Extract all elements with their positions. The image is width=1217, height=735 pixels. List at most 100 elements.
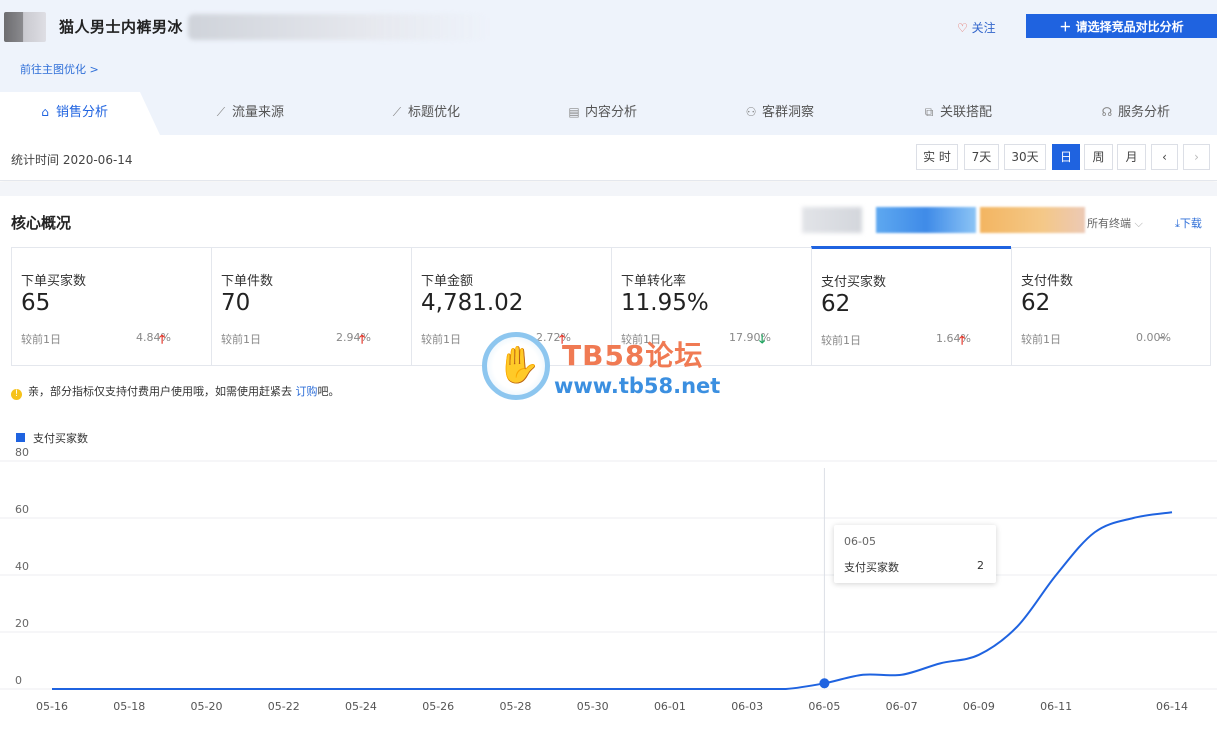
metric-change: 0.00% — [1136, 331, 1171, 344]
y-tick-label: 60 — [15, 503, 29, 516]
x-tick-label: 05-16 — [36, 700, 68, 713]
tab-label: 客群洞察 — [762, 105, 815, 120]
x-tick-label: 06-09 — [963, 700, 995, 713]
plus-icon: ＋ — [1059, 19, 1072, 34]
redacted-blur — [876, 207, 976, 233]
redacted-blur — [802, 207, 862, 233]
x-tick-label: 05-30 — [577, 700, 609, 713]
tab-content-analysis[interactable]: ▤ 内容分析 — [567, 92, 637, 135]
y-tick-label: 80 — [15, 448, 29, 459]
download-button[interactable]: ⤓下载 — [1175, 215, 1202, 231]
chevron-down-icon: ⌵ — [1134, 217, 1143, 230]
tab-sales-analysis[interactable]: ⌂ 销售分析 — [38, 92, 108, 135]
tab-title-optimize[interactable]: ⟋ 标题优化 — [390, 92, 460, 135]
metric-label: 支付买家数 — [821, 275, 887, 290]
document-icon: ▤ — [568, 105, 580, 119]
chart-tooltip: 06-05 支付买家数 2 — [834, 525, 996, 583]
x-tick-label: 06-07 — [886, 700, 918, 713]
tooltip-date: 06-05 — [844, 535, 876, 548]
x-tick-label: 06-05 — [808, 700, 840, 713]
forum-watermark: ✋ TB58论坛 www.tb58.net — [482, 332, 742, 407]
watermark-title: TB58论坛 — [562, 339, 704, 372]
next-date-button[interactable]: › — [1183, 144, 1210, 170]
metric-compare-label: 较前1日 — [1021, 333, 1061, 346]
metric-label: 下单买家数 — [21, 274, 87, 289]
tab-label: 标题优化 — [408, 105, 461, 120]
metric-compare-label: 较前1日 — [221, 333, 261, 346]
period-30d-button[interactable]: 30天 — [1004, 144, 1046, 170]
device-select-value: 所有终端 — [1087, 217, 1131, 230]
y-tick-label: 20 — [15, 617, 29, 630]
metric-compare-label: 较前1日 — [421, 333, 461, 346]
metric-label: 支付件数 — [1021, 274, 1074, 289]
tab-label: 关联搭配 — [940, 105, 993, 120]
chevron-right-icon: › — [1194, 150, 1199, 164]
tooltip-value: 2 — [977, 559, 984, 572]
redacted-blur — [980, 207, 1085, 233]
link-icon: ⧉ — [924, 105, 934, 119]
period-month-button[interactable]: 月 — [1117, 144, 1146, 170]
tab-traffic-source[interactable]: ⟋ 流量来源 — [214, 92, 284, 135]
shopping-bag-icon: ⌂ — [41, 105, 49, 119]
tab-label: 流量来源 — [232, 105, 285, 120]
notice-text-end: 吧。 — [317, 385, 340, 398]
metric-compare-label: 较前1日 — [821, 334, 861, 347]
device-select[interactable]: 所有终端 ⌵ — [1087, 215, 1143, 231]
metric-value: 70 — [221, 290, 251, 316]
subscribe-link[interactable]: 订购 — [296, 385, 318, 398]
prev-date-button[interactable]: ‹ — [1151, 144, 1178, 170]
metric-label: 下单转化率 — [621, 274, 687, 289]
follow-button[interactable]: ♡ 关注 — [957, 19, 996, 36]
metric-label: 下单件数 — [221, 274, 274, 289]
period-7d-button[interactable]: 7天 — [964, 144, 999, 170]
y-tick-label: 0 — [15, 674, 22, 687]
metric-change: 2.94% — [336, 331, 371, 344]
trend-chart-icon: ⟋ — [392, 105, 402, 119]
tab-related-match[interactable]: ⧉ 关联搭配 — [922, 92, 992, 135]
x-tick-label: 05-28 — [499, 700, 531, 713]
stat-time-label: 统计时间 2020-06-14 — [11, 153, 133, 167]
tab-label: 销售分析 — [56, 105, 109, 120]
x-tick-label: 06-14 — [1156, 700, 1188, 713]
pay-buyers-line-chart[interactable]: 0 20 40 60 80 05-16 05-18 05-20 05-22 05-24 05-26 0… — [0, 448, 1217, 735]
chevron-left-icon: ‹ — [1162, 150, 1167, 164]
product-title: 猫人男士内裤男冰 — [59, 18, 184, 36]
product-thumbnail[interactable] — [4, 12, 46, 42]
heart-icon: ♡ — [957, 21, 968, 35]
notice-text: 亲，部分指标仅支持付费用户使用哦，如需使用赶紧去 — [28, 385, 296, 398]
legend-swatch — [16, 433, 25, 442]
users-icon: ⚇ — [745, 105, 757, 119]
compare-competitor-button[interactable]: ＋ 请选择竞品对比分析 — [1026, 14, 1217, 38]
x-tick-label: 05-18 — [113, 700, 145, 713]
legend-label: 支付买家数 — [33, 432, 88, 445]
tab-label: 服务分析 — [1118, 105, 1171, 120]
metric-card-order-buyers[interactable]: 下单买家数 65 较前1日 4.84% 🡑 — [11, 248, 211, 366]
arrow-up-icon: 🡑 — [359, 332, 366, 346]
metric-card-pay-buyers[interactable]: 支付买家数 62 较前1日 1.64% 🡑 — [811, 246, 1011, 366]
optimize-main-image-link[interactable]: 前往主图优化 > — [20, 61, 99, 77]
tab-service-analysis[interactable]: ☊ 服务分析 — [1100, 92, 1170, 135]
metric-card-pay-items[interactable]: 支付件数 62 较前1日 0.00% – — [1011, 248, 1211, 366]
redacted-title-blur — [188, 14, 488, 40]
arrow-up-icon: 🡑 — [159, 332, 166, 346]
chart-legend[interactable]: 支付买家数 — [16, 430, 88, 446]
x-tick-label: 05-22 — [268, 700, 300, 713]
metric-card-order-items[interactable]: 下单件数 70 较前1日 2.94% 🡑 — [211, 248, 411, 366]
paid-feature-notice: ! 亲，部分指标仅支持付费用户使用哦，如需使用赶紧去 订购吧。 — [11, 383, 340, 400]
analysis-tabs: ⌂ 销售分析 ⟋ 流量来源 ⟋ 标题优化 ▤ 内容分析 ⚇ 客群洞察 ⧉ 关联搭配 ☊ 服务分… — [0, 92, 1217, 135]
highlight-point — [819, 678, 830, 689]
x-tick-label: 05-24 — [345, 700, 377, 713]
x-tick-label: 05-26 — [422, 700, 454, 713]
period-week-button[interactable]: 周 — [1084, 144, 1113, 170]
period-realtime-button[interactable]: 实 时 — [916, 144, 958, 170]
x-tick-label: 06-03 — [731, 700, 763, 713]
follow-label: 关注 — [971, 21, 996, 35]
period-day-button[interactable]: 日 — [1052, 144, 1080, 170]
metric-value: 4,781.02 — [421, 290, 524, 316]
tab-customer-insight[interactable]: ⚇ 客群洞察 — [744, 92, 814, 135]
core-overview-title: 核心概况 — [11, 214, 72, 232]
watermark-url: www.tb58.net — [554, 374, 721, 398]
metric-label: 下单金额 — [421, 274, 474, 289]
compare-button-label: 请选择竞品对比分析 — [1075, 19, 1184, 34]
y-tick-label: 40 — [15, 560, 29, 573]
